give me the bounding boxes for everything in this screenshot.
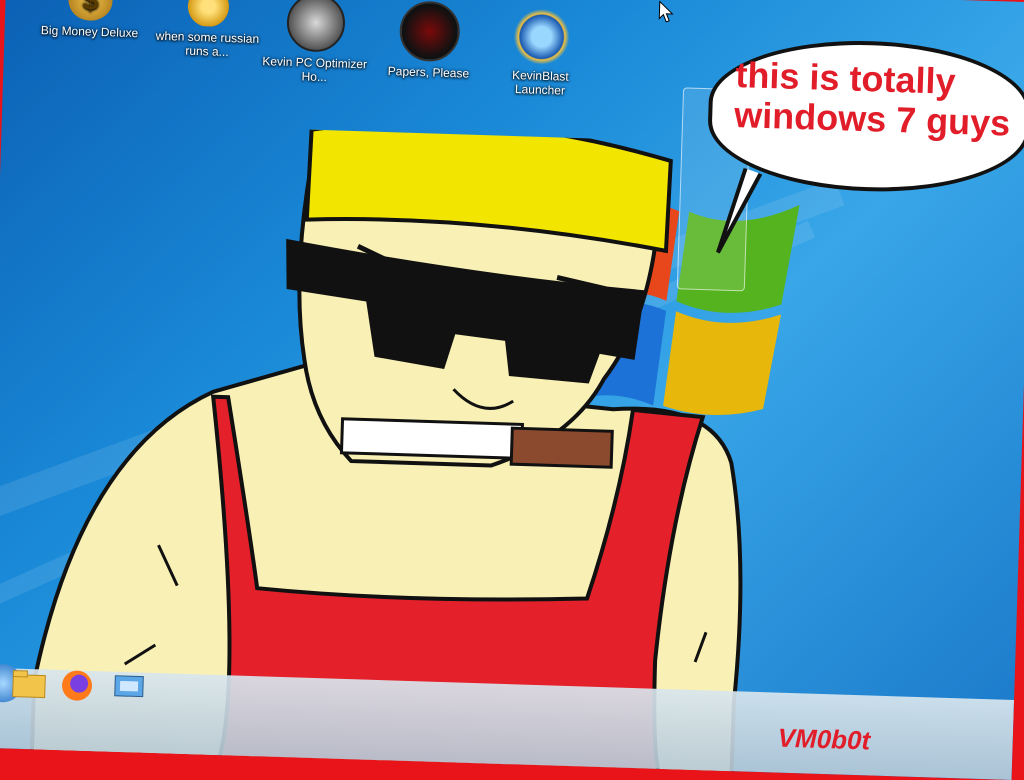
desktop-icon-label: KevinBlast Launcher xyxy=(511,67,569,98)
gear-icon xyxy=(180,0,237,28)
watermark: VM0b0t xyxy=(777,722,871,756)
taskbar-pinned-folder[interactable] xyxy=(9,664,48,703)
speech-bubble-text: this is totally windows 7 guys xyxy=(733,53,1011,144)
desktop-icon-kevinblast[interactable]: KevinBlast Launcher xyxy=(485,7,598,98)
taskbar-pinned-firefox[interactable] xyxy=(57,666,96,705)
desktop-icon-big-money[interactable]: $ Big Money Deluxe xyxy=(34,0,146,40)
taskbar-pinned-control-panel[interactable] xyxy=(109,668,148,707)
desktop-icon-russian[interactable]: when some russian runs a... xyxy=(152,0,264,60)
dollar-coin-icon: $ xyxy=(67,0,114,22)
desktop-icon-label: Papers, Please xyxy=(387,64,470,81)
desktop-icon-kevin-optimizer[interactable]: Kevin PC Optimizer Ho... xyxy=(259,0,372,85)
desktop-screen: $ Big Money Deluxe when some russian run… xyxy=(0,0,1024,780)
control-panel-icon xyxy=(114,675,144,698)
taskbar xyxy=(0,667,1015,780)
firefox-icon xyxy=(62,670,93,701)
desktop-icon-label: when some russian runs a... xyxy=(155,28,260,60)
gauge-icon xyxy=(286,0,346,53)
mouse-pointer-icon xyxy=(658,0,674,23)
folder-icon xyxy=(12,670,46,699)
red-seal-icon xyxy=(398,0,461,63)
desktop-icon-label: Kevin PC Optimizer Ho... xyxy=(262,54,368,85)
desktop-icon-papers-please[interactable]: Papers, Please xyxy=(373,0,485,81)
desktop-icon-label: Big Money Deluxe xyxy=(40,23,139,41)
speech-bubble-tail xyxy=(716,167,763,254)
globe-star-icon xyxy=(512,7,571,66)
